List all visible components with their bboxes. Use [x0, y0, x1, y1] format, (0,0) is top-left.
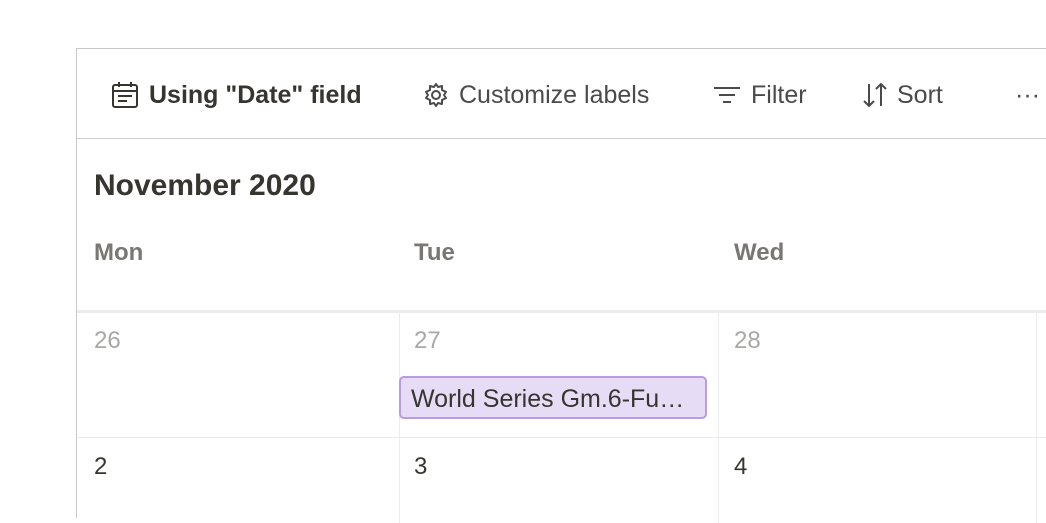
calendar-icon: [111, 81, 139, 109]
filter-icon: [713, 84, 741, 106]
view-toolbar: Using "Date" field Customize labels Filt…: [77, 49, 1046, 139]
day-cell-number[interactable]: 26: [94, 327, 121, 355]
date-field-button[interactable]: Using "Date" field: [111, 79, 362, 111]
week-divider: [77, 437, 1046, 438]
day-column-divider: [718, 313, 719, 523]
day-cell-number[interactable]: 2: [94, 453, 107, 481]
filter-label: Filter: [751, 80, 807, 109]
sort-button[interactable]: Sort: [863, 79, 943, 111]
filter-button[interactable]: Filter: [713, 79, 807, 111]
day-cell-number[interactable]: 4: [734, 453, 747, 481]
grid-divider: [77, 310, 1046, 313]
month-title: November 2020: [94, 169, 316, 202]
day-cell-number[interactable]: 27: [414, 327, 441, 355]
day-column-divider: [399, 313, 400, 523]
day-cell-number[interactable]: 28: [734, 327, 761, 355]
more-icon: ···: [1015, 80, 1040, 109]
calendar-view: Using "Date" field Customize labels Filt…: [76, 48, 1046, 523]
calendar-event-card[interactable]: World Series Gm.6-Fu…: [399, 376, 707, 419]
sort-label: Sort: [897, 80, 943, 109]
day-column-divider: [1036, 313, 1037, 523]
more-options-button[interactable]: ···: [1015, 79, 1040, 111]
weekday-header-tue: Tue: [414, 239, 455, 266]
sort-arrows-icon: [863, 82, 887, 108]
customize-labels-button[interactable]: Customize labels: [423, 79, 649, 111]
weekday-header-wed: Wed: [734, 239, 785, 266]
date-field-label: Using "Date" field: [149, 80, 362, 109]
day-cell-number[interactable]: 3: [414, 453, 427, 481]
customize-labels-label: Customize labels: [459, 80, 650, 109]
weekday-header-mon: Mon: [94, 239, 144, 266]
gear-icon: [423, 82, 449, 108]
